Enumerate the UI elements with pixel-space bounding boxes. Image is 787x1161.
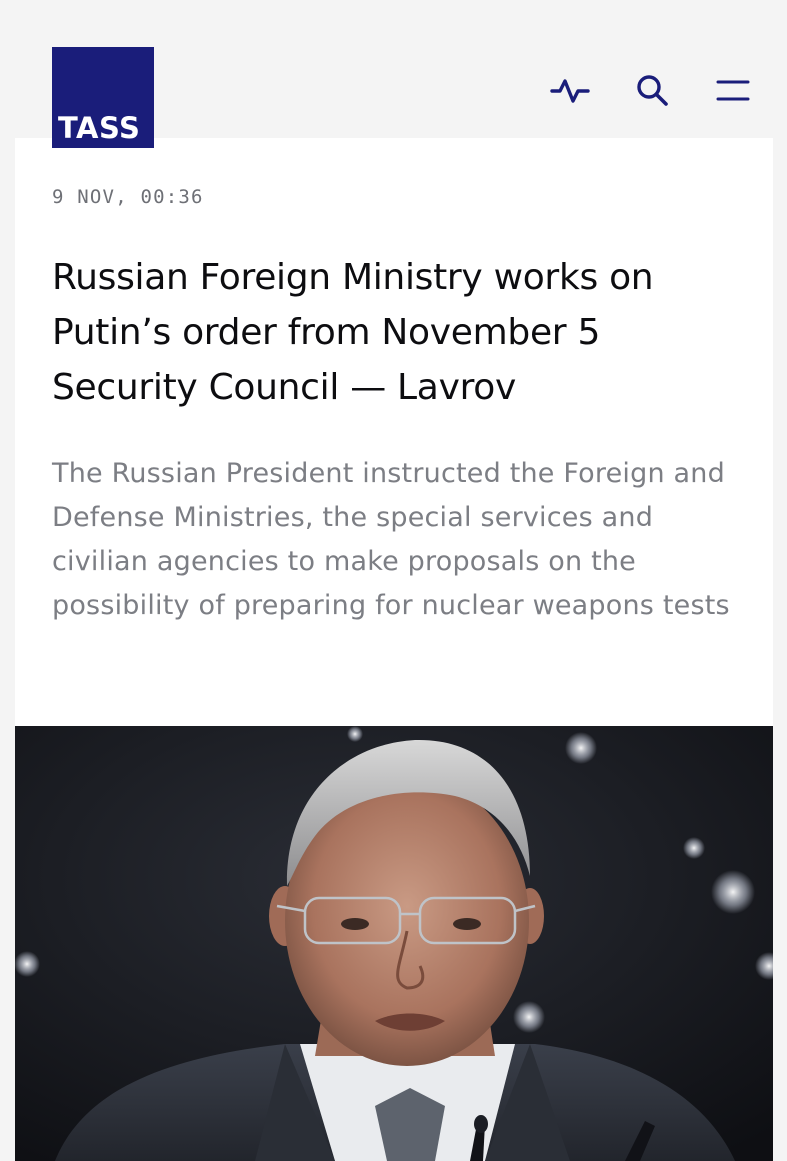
tass-logo[interactable]: TASS [52, 47, 154, 148]
page: TASS 9 NOV, 00:36 Russian Foreign Minist… [0, 0, 787, 1161]
menu-icon[interactable] [711, 70, 755, 110]
search-icon[interactable] [630, 70, 674, 110]
logo-text: TASS [58, 111, 141, 145]
activity-icon[interactable] [548, 70, 592, 110]
article-lead: The Russian President instructed the For… [52, 458, 730, 621]
article-headline[interactable]: Russian Foreign Ministry works on Putin’… [52, 250, 742, 415]
article-timestamp: 9 NOV, 00:36 [52, 186, 204, 208]
top-bar: TASS [0, 0, 787, 148]
article-photo[interactable] [15, 726, 773, 1161]
